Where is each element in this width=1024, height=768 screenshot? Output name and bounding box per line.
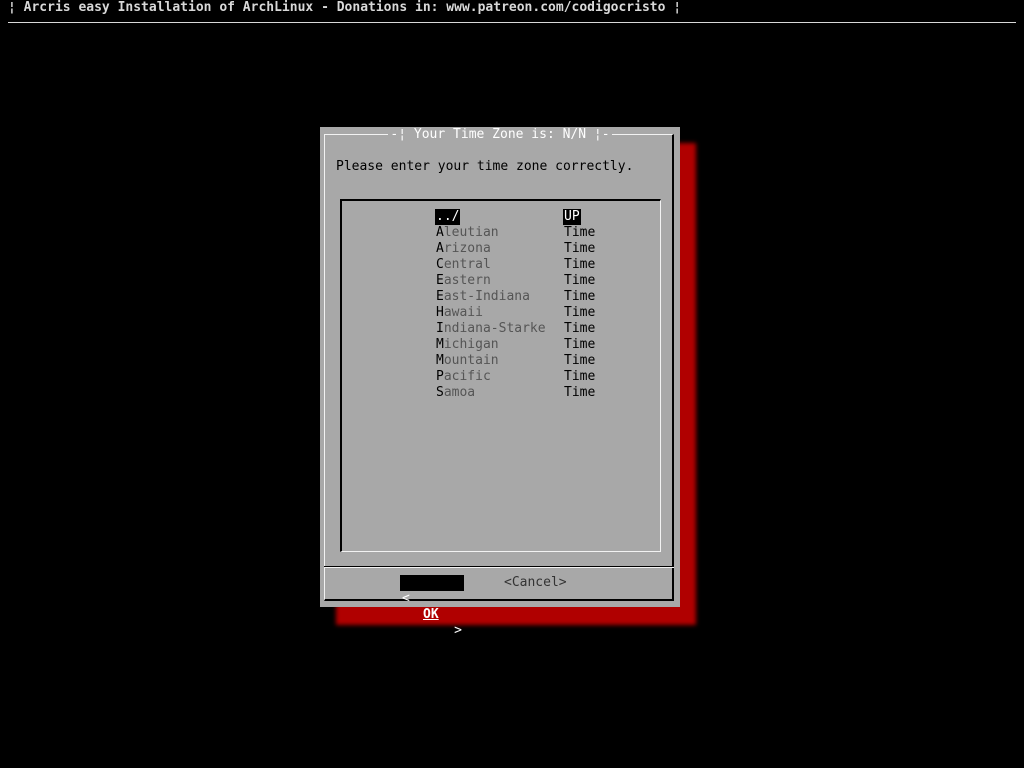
timezone-item-name: Aleutian xyxy=(436,225,499,240)
timezone-item-desc: Time xyxy=(564,305,596,320)
timezone-item-name: Pacific xyxy=(436,369,491,384)
dialog-title: -¦ Your Time Zone is: N/N ¦- xyxy=(320,127,680,143)
dialog-prompt: Please enter your time zone correctly. xyxy=(336,159,634,174)
timezone-item-desc: Time xyxy=(564,353,596,368)
timezone-item[interactable]: Michigan Time xyxy=(342,337,660,353)
timezone-item[interactable]: Eastern Time xyxy=(342,273,660,289)
dialog-title-text: -¦ Your Time Zone is: N/N ¦- xyxy=(388,127,612,142)
timezone-item-desc: Time xyxy=(564,369,596,384)
timezone-item-name: Hawaii xyxy=(436,305,483,320)
timezone-item-desc: Time xyxy=(564,289,596,304)
timezone-item-desc: Time xyxy=(564,225,596,240)
timezone-item-name: East-Indiana xyxy=(436,289,530,304)
timezone-item-name: ../ xyxy=(435,209,461,225)
timezone-item[interactable]: Aleutian Time xyxy=(342,225,660,241)
timezone-item-desc: Time xyxy=(564,385,596,400)
timezone-item-name: Arizona xyxy=(436,241,491,256)
cancel-button[interactable]: <Cancel> xyxy=(504,575,567,591)
timezone-item-name: Central xyxy=(436,257,491,272)
timezone-item-name: Michigan xyxy=(436,337,499,352)
timezone-item-desc: Time xyxy=(564,257,596,272)
timezone-item-name: Eastern xyxy=(436,273,491,288)
timezone-dialog: -¦ Your Time Zone is: N/N ¦- Please ente… xyxy=(320,127,680,638)
timezone-item[interactable]: Indiana-Starke Time xyxy=(342,321,660,337)
timezone-item-desc: UP xyxy=(563,209,581,225)
ok-label: OK xyxy=(423,607,439,622)
ok-button[interactable]: < OK > xyxy=(400,575,464,638)
timezone-item[interactable]: Mountain Time xyxy=(342,353,660,369)
timezone-item-name: Samoa xyxy=(436,385,476,400)
timezone-item[interactable]: Hawaii Time xyxy=(342,305,660,321)
timezone-item[interactable]: Arizona Time xyxy=(342,241,660,257)
timezone-item[interactable]: ../ UP xyxy=(342,209,660,225)
timezone-item-name: Indiana-Starke xyxy=(436,321,546,336)
timezone-item[interactable]: Pacific Time xyxy=(342,369,660,385)
timezone-item-desc: Time xyxy=(564,321,596,336)
ok-bracket-left: < xyxy=(402,591,410,606)
timezone-item-name: Mountain xyxy=(436,353,499,368)
timezone-list[interactable]: ../UP Aleutian Time Arizona Time Central Time E… xyxy=(340,199,661,552)
ok-bracket-right: > xyxy=(454,623,462,638)
backtitle-rule xyxy=(8,22,1016,23)
timezone-item[interactable]: East-Indiana Time xyxy=(342,289,660,305)
timezone-item-desc: Time xyxy=(564,241,596,256)
timezone-item-desc: Time xyxy=(564,273,596,288)
timezone-item[interactable]: Samoa Time xyxy=(342,385,660,401)
button-separator xyxy=(324,566,674,568)
timezone-item-desc: Time xyxy=(564,337,596,352)
backtitle: ¦ Arcris easy Installation of ArchLinux … xyxy=(8,0,682,15)
timezone-item[interactable]: Central Time xyxy=(342,257,660,273)
